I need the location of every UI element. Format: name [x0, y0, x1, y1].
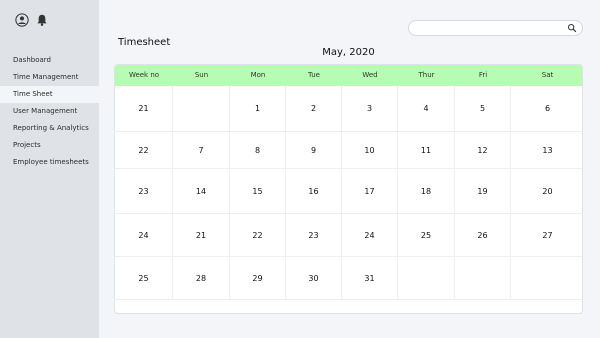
- day-cell[interactable]: 29: [230, 257, 286, 300]
- sidebar-item-user-management[interactable]: User Management: [0, 103, 99, 120]
- day-cell[interactable]: 19: [455, 169, 511, 214]
- sidebar-item-reporting-analytics[interactable]: Reporting & Analytics: [0, 120, 99, 137]
- sidebar-icons: [15, 13, 49, 27]
- calendar-header: Week no Sun Mon Tue Wed Thur Fri Sat: [115, 65, 582, 86]
- column-header: Week no: [128, 71, 160, 79]
- column-header: Wed: [362, 71, 378, 79]
- search-box: [408, 20, 583, 41]
- column-header: Tue: [308, 71, 320, 79]
- day-cell[interactable]: 4: [398, 86, 455, 132]
- sidebar-item-employee-timesheets[interactable]: Employee timesheets: [0, 154, 99, 171]
- day-cell[interactable]: [398, 257, 455, 300]
- day-cell[interactable]: 20: [511, 169, 582, 214]
- day-cell[interactable]: 30: [286, 257, 342, 300]
- column-header: Sat: [541, 71, 554, 79]
- week-number-cell: 23: [115, 169, 173, 214]
- day-cell[interactable]: 9: [286, 132, 342, 169]
- week-number-cell: 24: [115, 214, 173, 257]
- search-input[interactable]: [417, 27, 567, 41]
- column-header: Fri: [478, 71, 488, 79]
- sidebar-item-time-management[interactable]: Time Management: [0, 69, 99, 86]
- day-cell[interactable]: 12: [455, 132, 511, 169]
- day-cell[interactable]: 5: [455, 86, 511, 132]
- day-cell[interactable]: 11: [398, 132, 455, 169]
- column-header: Thur: [418, 71, 435, 79]
- column-header: Mon: [250, 71, 266, 79]
- day-cell[interactable]: [173, 86, 230, 132]
- day-cell[interactable]: 18: [398, 169, 455, 214]
- day-cell[interactable]: 2: [286, 86, 342, 132]
- sidebar-item-dashboard[interactable]: Dashboard: [0, 52, 99, 69]
- day-cell[interactable]: 31: [342, 257, 398, 300]
- day-cell[interactable]: 16: [286, 169, 342, 214]
- column-header: Sun: [194, 71, 209, 79]
- timesheet-calendar: Week no Sun Mon Tue Wed Thur Fri Sat 21 1 2 3 4 5 6 22…: [114, 64, 583, 314]
- day-cell[interactable]: 14: [173, 169, 230, 214]
- sidebar-item-projects[interactable]: Projects: [0, 137, 99, 154]
- day-cell[interactable]: 17: [342, 169, 398, 214]
- search-icon[interactable]: [567, 23, 577, 33]
- user-icon[interactable]: [15, 13, 29, 27]
- day-cell[interactable]: 23: [286, 214, 342, 257]
- day-cell[interactable]: 26: [455, 214, 511, 257]
- sidebar: Dashboard Time Management Time Sheet User M…: [0, 0, 99, 338]
- app: Dashboard Time Management Time Sheet User M…: [0, 0, 600, 338]
- week-number-cell: 22: [115, 132, 173, 169]
- week-number-cell: 21: [115, 86, 173, 132]
- day-cell[interactable]: 1: [230, 86, 286, 132]
- day-cell[interactable]: 8: [230, 132, 286, 169]
- calendar-body: 21 1 2 3 4 5 6 22 7 8 9 10 11 12 13 23 14 15 16 17 18 19 20 24 2…: [115, 86, 582, 300]
- day-cell[interactable]: 6: [511, 86, 582, 132]
- day-cell[interactable]: 21: [173, 214, 230, 257]
- day-cell[interactable]: 27: [511, 214, 582, 257]
- day-cell[interactable]: 10: [342, 132, 398, 169]
- day-cell[interactable]: 13: [511, 132, 582, 169]
- day-cell[interactable]: [455, 257, 511, 300]
- day-cell[interactable]: 24: [342, 214, 398, 257]
- day-cell[interactable]: 7: [173, 132, 230, 169]
- week-number-cell: 25: [115, 257, 173, 300]
- sidebar-nav: Dashboard Time Management Time Sheet User M…: [0, 52, 99, 171]
- bell-icon[interactable]: [35, 13, 49, 27]
- day-cell[interactable]: 28: [173, 257, 230, 300]
- sidebar-item-time-sheet[interactable]: Time Sheet: [0, 86, 99, 103]
- day-cell[interactable]: 22: [230, 214, 286, 257]
- day-cell[interactable]: 25: [398, 214, 455, 257]
- day-cell[interactable]: 15: [230, 169, 286, 214]
- day-cell[interactable]: [511, 257, 582, 300]
- day-cell[interactable]: 3: [342, 86, 398, 132]
- month-title: May, 2020: [322, 47, 375, 58]
